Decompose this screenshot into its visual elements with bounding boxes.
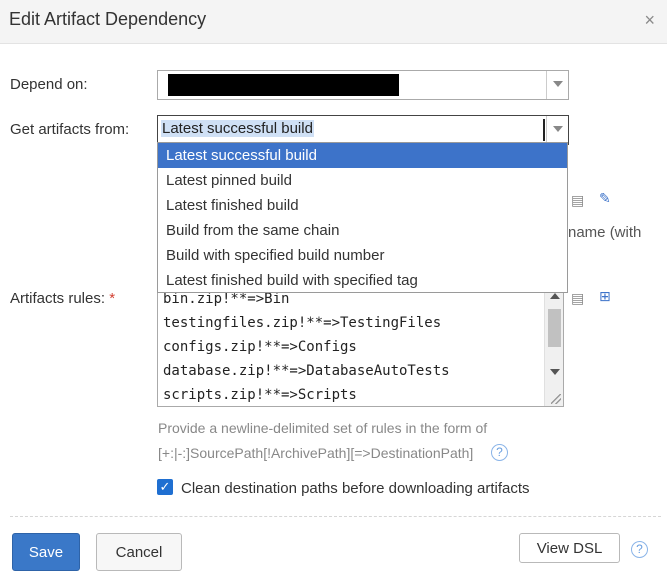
scroll-up-icon[interactable] (550, 293, 560, 299)
tree-icon[interactable]: ⊞ (599, 288, 611, 305)
close-icon[interactable]: × (644, 10, 655, 31)
text-caret (543, 119, 545, 141)
get-artifacts-label: Get artifacts from: (10, 121, 130, 138)
clean-destination-checkbox[interactable]: ✓ (157, 479, 173, 495)
rules-help-line1: Provide a newline-delimited set of rules… (158, 420, 488, 436)
scrollbar-thumb[interactable] (548, 309, 561, 347)
resize-grip-icon[interactable] (551, 394, 561, 404)
dropdown-option-same-chain[interactable]: Build from the same chain (158, 218, 567, 243)
depend-on-label: Depend on: (10, 76, 88, 93)
dropdown-option-latest-pinned[interactable]: Latest pinned build (158, 168, 567, 193)
clean-destination-label: Clean destination paths before downloadi… (181, 480, 530, 497)
artifacts-rules-textarea[interactable]: bin.zip!**=>Bin testingfiles.zip!**=>Tes… (157, 288, 564, 407)
redacted-value (168, 74, 399, 96)
chevron-down-icon[interactable] (546, 116, 568, 144)
save-button[interactable]: Save (12, 533, 80, 571)
textarea-scrollbar[interactable] (544, 289, 563, 406)
artifacts-rules-label: Artifacts rules: * (10, 290, 115, 307)
footer-divider (10, 516, 661, 517)
dropdown-option-build-number[interactable]: Build with specified build number (158, 243, 567, 268)
dropdown-option-latest-finished[interactable]: Latest finished build (158, 193, 567, 218)
help-icon[interactable]: ? (631, 541, 648, 558)
rule-line: testingfiles.zip!**=>TestingFiles (163, 315, 442, 331)
get-artifacts-dropdown: Latest successful build Latest pinned bu… (157, 142, 568, 293)
list-icon[interactable]: ▤ (571, 192, 584, 209)
dropdown-option-latest-successful[interactable]: Latest successful build (158, 143, 567, 168)
list-icon[interactable]: ▤ (571, 290, 584, 307)
get-artifacts-selected-value: Latest successful build (161, 120, 314, 137)
required-mark: * (109, 290, 116, 307)
help-icon[interactable]: ? (491, 444, 508, 461)
rules-help-line2: [+:|-:]SourcePath[!ArchivePath][=>Destin… (158, 445, 474, 461)
obscured-hint-text: name (with (568, 224, 642, 241)
rule-line: scripts.zip!**=>Scripts (163, 387, 357, 403)
dialog-titlebar: Edit Artifact Dependency × (0, 0, 667, 44)
rule-line: configs.zip!**=>Configs (163, 339, 357, 355)
scroll-down-icon[interactable] (550, 369, 560, 375)
view-dsl-button[interactable]: View DSL (519, 533, 620, 563)
rule-line: database.zip!**=>DatabaseAutoTests (163, 363, 450, 379)
depend-on-select[interactable] (157, 70, 569, 100)
magic-wand-icon[interactable]: ✎ (599, 190, 611, 207)
chevron-down-icon[interactable] (546, 71, 568, 99)
rule-line: bin.zip!**=>Bin (163, 291, 290, 307)
cancel-button[interactable]: Cancel (96, 533, 182, 571)
dropdown-option-finished-with-tag[interactable]: Latest finished build with specified tag (158, 268, 567, 293)
artifacts-rules-label-text: Artifacts rules: (10, 290, 106, 307)
get-artifacts-select[interactable]: Latest successful build (157, 115, 569, 145)
dialog-title: Edit Artifact Dependency (9, 9, 207, 29)
